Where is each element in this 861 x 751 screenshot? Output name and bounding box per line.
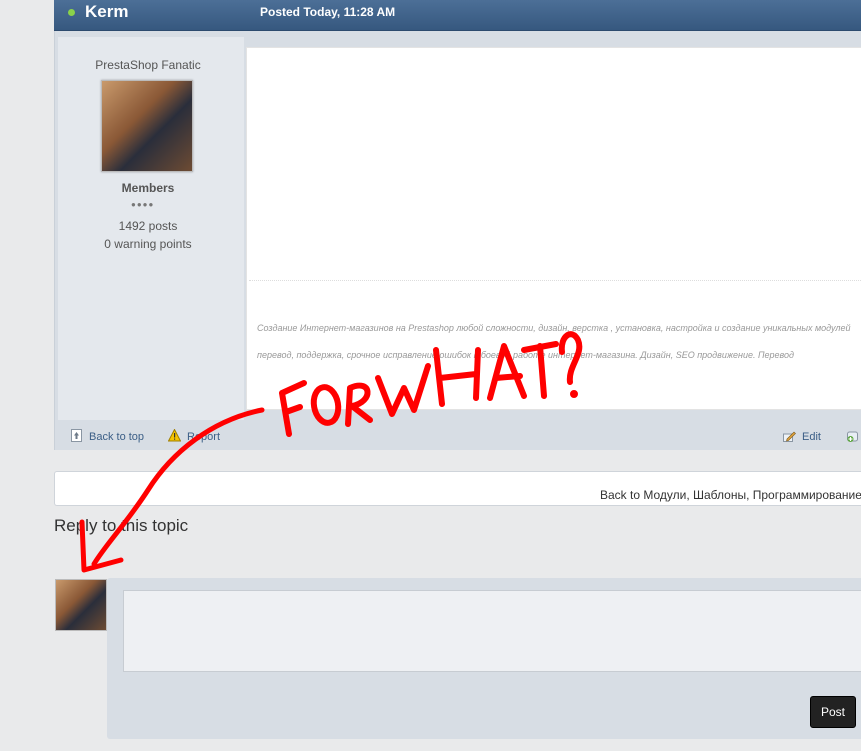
back-to-top-link[interactable]: Back to top — [70, 429, 144, 443]
signature-line: Создание Интернет-магазинов на Prestasho… — [257, 323, 851, 333]
post-controls: Back to top Report Edit — [58, 420, 861, 450]
member-group: Members — [121, 181, 175, 195]
signature-divider — [249, 280, 861, 281]
post-button[interactable]: Post — [810, 696, 856, 728]
warning-icon — [168, 429, 181, 442]
back-to-forum-bar: Back to Модули, Шаблоны, Программировани… — [54, 471, 861, 506]
quote-plus-icon — [847, 431, 858, 442]
post-body: PrestaShop Fanatic Members ●●●● 1492 pos… — [54, 31, 861, 450]
posted-date: Posted Today, 11:28 AM — [260, 5, 396, 19]
author-info: PrestaShop Fanatic Members ●●●● 1492 pos… — [58, 37, 244, 420]
back-to-forum-link[interactable]: Back to Модули, Шаблоны, Программировани… — [600, 488, 861, 502]
edit-label: Edit — [802, 431, 821, 443]
post-header: Kerm Posted Today, 11:28 AM — [54, 0, 861, 31]
post-content: Создание Интернет-магазинов на Prestasho… — [246, 47, 861, 410]
warning-points: 0 warning points — [104, 237, 192, 251]
back-to-top-label: Back to top — [89, 431, 145, 443]
page-up-icon — [71, 429, 82, 442]
edit-link[interactable]: Edit — [783, 429, 821, 443]
online-status-icon — [68, 9, 75, 16]
reply-avatar — [55, 579, 107, 631]
rank-pips-icon: ●●●● — [131, 200, 155, 209]
author-name-link[interactable]: Kerm — [85, 2, 128, 22]
member-title: PrestaShop Fanatic — [95, 58, 201, 72]
reply-heading: Reply to this topic — [54, 516, 189, 535]
quote-link[interactable] — [847, 429, 861, 443]
report-link[interactable]: Report — [168, 429, 220, 443]
edit-pencil-icon — [783, 431, 796, 442]
reply-editor[interactable] — [123, 590, 861, 672]
signature-line: перевод, поддержка, срочное исправление … — [257, 350, 795, 360]
avatar[interactable] — [101, 80, 193, 172]
report-label: Report — [187, 431, 221, 443]
reply-box: Post — [107, 578, 861, 739]
post-count: 1492 posts — [118, 219, 178, 233]
